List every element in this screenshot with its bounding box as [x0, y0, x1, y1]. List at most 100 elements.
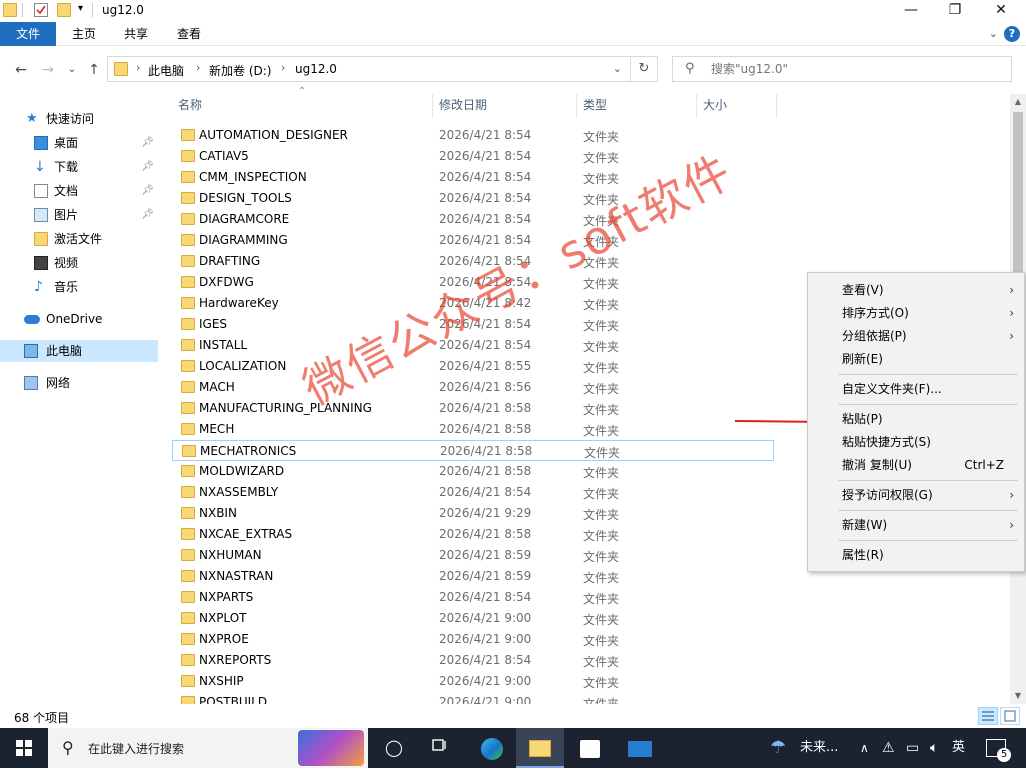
file-row[interactable]: AUTOMATION_DESIGNER 2026/4/21 8:54 文件夹: [172, 125, 774, 146]
file-name[interactable]: HardwareKey: [199, 296, 279, 310]
notification-center-button[interactable]: 5: [986, 728, 1011, 768]
pin-icon[interactable]: 📌︎: [141, 132, 154, 154]
input-method-indicator[interactable]: 英: [952, 728, 965, 768]
file-row[interactable]: DRAFTING 2026/4/21 8:54 文件夹: [172, 251, 774, 272]
context-menu-item[interactable]: 分组依据(P) ›: [808, 325, 1024, 347]
mail-button[interactable]: [616, 728, 664, 768]
quick-access-dropdown-icon[interactable]: ▾: [78, 3, 83, 14]
file-name[interactable]: NXPROE: [199, 632, 249, 646]
sidebar-item-music[interactable]: ♪ 音乐: [0, 276, 158, 298]
tab-file[interactable]: 文件: [0, 22, 56, 46]
context-menu-item[interactable]: 撤消 复制(U) Ctrl+Z: [808, 454, 1024, 476]
file-name[interactable]: NXSHIP: [199, 674, 244, 688]
file-row[interactable]: DXFDWG 2026/4/21 8:54 文件夹: [172, 272, 774, 293]
maximize-button[interactable]: ❐: [932, 0, 978, 22]
file-name[interactable]: AUTOMATION_DESIGNER: [199, 128, 348, 142]
network-status-icon[interactable]: ⚠: [882, 728, 895, 768]
task-view-button[interactable]: [416, 728, 464, 768]
file-row[interactable]: NXREPORTS 2026/4/21 8:54 文件夹: [172, 650, 774, 671]
file-name[interactable]: NXPLOT: [199, 611, 246, 625]
context-menu-item[interactable]: 刷新(E): [808, 348, 1024, 370]
up-button[interactable]: ↑: [84, 60, 104, 80]
sidebar-item-videos[interactable]: 视频: [0, 252, 158, 274]
file-row[interactable]: DIAGRAMCORE 2026/4/21 8:54 文件夹: [172, 209, 774, 230]
sidebar-item-documents[interactable]: 文档 📌︎: [0, 180, 158, 202]
context-menu-item[interactable]: 查看(V) ›: [808, 279, 1024, 301]
file-name[interactable]: NXNASTRAN: [199, 569, 273, 583]
file-row[interactable]: LOCALIZATION 2026/4/21 8:55 文件夹: [172, 356, 774, 377]
show-hidden-icons-icon[interactable]: ∧: [860, 728, 869, 768]
chevron-right-icon[interactable]: ›: [196, 61, 200, 74]
weather-text[interactable]: 未来...: [800, 728, 838, 768]
help-button[interactable]: ?: [1004, 26, 1020, 42]
file-row[interactable]: CATIAV5 2026/4/21 8:54 文件夹: [172, 146, 774, 167]
file-row[interactable]: DESIGN_TOOLS 2026/4/21 8:54 文件夹: [172, 188, 774, 209]
sidebar-item-onedrive[interactable]: OneDrive: [0, 308, 158, 330]
file-name[interactable]: NXREPORTS: [199, 653, 271, 667]
file-name[interactable]: MECHATRONICS: [200, 444, 296, 458]
file-name[interactable]: CMM_INSPECTION: [199, 170, 307, 184]
details-view-button[interactable]: [978, 707, 998, 725]
chevron-right-icon[interactable]: ›: [281, 61, 285, 74]
microsoft-store-button[interactable]: [566, 728, 614, 768]
breadcrumb-drive-d[interactable]: 新加卷 (D:): [209, 62, 271, 79]
address-bar[interactable]: › 此电脑 › 新加卷 (D:) › ug12.0 ⌄: [107, 56, 657, 82]
pin-icon[interactable]: 📌︎: [141, 204, 154, 226]
weather-icon[interactable]: ☂: [770, 728, 786, 768]
file-row[interactable]: MANUFACTURING_PLANNING 2026/4/21 8:58 文件夹: [172, 398, 774, 419]
large-icons-view-button[interactable]: [1000, 707, 1020, 725]
file-row[interactable]: NXHUMAN 2026/4/21 8:59 文件夹: [172, 545, 774, 566]
context-menu-item[interactable]: 粘贴(P): [808, 408, 1024, 430]
chevron-right-icon[interactable]: ›: [136, 61, 140, 74]
tab-home[interactable]: 主页: [60, 22, 108, 46]
file-explorer-button[interactable]: [516, 728, 564, 768]
file-row[interactable]: MOLDWIZARD 2026/4/21 8:58 文件夹: [172, 461, 774, 482]
scroll-down-icon[interactable]: ▼: [1010, 688, 1026, 704]
forward-button[interactable]: →: [38, 60, 58, 80]
file-name[interactable]: NXCAE_EXTRAS: [199, 527, 292, 541]
context-menu-item[interactable]: 粘贴快捷方式(S): [808, 431, 1024, 453]
new-folder-icon[interactable]: [57, 3, 71, 17]
file-name[interactable]: MECH: [199, 422, 234, 436]
file-row[interactable]: DIAGRAMMING 2026/4/21 8:54 文件夹: [172, 230, 774, 251]
file-name[interactable]: NXBIN: [199, 506, 237, 520]
pin-icon[interactable]: 📌︎: [141, 156, 154, 178]
back-button[interactable]: ←: [11, 60, 31, 80]
search-box[interactable]: ⚲: [672, 56, 1012, 82]
sidebar-item-this-pc[interactable]: 此电脑: [0, 340, 158, 362]
sidebar-item-desktop[interactable]: 桌面 📌︎: [0, 132, 158, 154]
network-status-icon[interactable]: ▭: [906, 728, 919, 768]
file-row[interactable]: NXPLOT 2026/4/21 9:00 文件夹: [172, 608, 774, 629]
sidebar-item-pictures[interactable]: 图片 📌︎: [0, 204, 158, 226]
column-header-name[interactable]: 名称: [178, 94, 202, 118]
tab-view[interactable]: 查看: [165, 22, 213, 46]
file-row[interactable]: HardwareKey 2026/4/21 8:42 文件夹: [172, 293, 774, 314]
file-row[interactable]: NXNASTRAN 2026/4/21 8:59 文件夹: [172, 566, 774, 587]
pin-icon[interactable]: 📌︎: [141, 180, 154, 202]
file-row[interactable]: NXCAE_EXTRAS 2026/4/21 8:58 文件夹: [172, 524, 774, 545]
sidebar-item-downloads[interactable]: ↓ 下载 📌︎: [0, 156, 158, 178]
column-divider[interactable]: [432, 94, 433, 118]
scrollbar-thumb[interactable]: [1013, 112, 1023, 292]
file-row[interactable]: NXPROE 2026/4/21 9:00 文件夹: [172, 629, 774, 650]
sidebar-item-network[interactable]: 网络: [0, 372, 158, 394]
file-row[interactable]: NXASSEMBLY 2026/4/21 8:54 文件夹: [172, 482, 774, 503]
file-row[interactable]: MACH 2026/4/21 8:56 文件夹: [172, 377, 774, 398]
file-name[interactable]: NXHUMAN: [199, 548, 262, 562]
breadcrumb-this-pc[interactable]: 此电脑: [148, 62, 184, 79]
file-row[interactable]: MECH 2026/4/21 8:58 文件夹: [172, 419, 774, 440]
context-menu-item[interactable]: 属性(R): [808, 544, 1024, 566]
start-button[interactable]: [0, 728, 48, 768]
search-highlight-image[interactable]: [298, 730, 364, 766]
file-name[interactable]: DRAFTING: [199, 254, 260, 268]
file-name[interactable]: NXASSEMBLY: [199, 485, 278, 499]
context-menu-item[interactable]: 排序方式(O) ›: [808, 302, 1024, 324]
recent-locations-icon[interactable]: ⌄: [62, 60, 82, 80]
column-header-size[interactable]: 大小: [703, 94, 727, 118]
column-header-type[interactable]: 类型: [583, 94, 607, 118]
file-row[interactable]: MECHATRONICS 2026/4/21 8:58 文件夹: [172, 440, 774, 461]
column-divider[interactable]: [576, 94, 577, 118]
file-name[interactable]: NXPARTS: [199, 590, 253, 604]
breadcrumb-ug12[interactable]: ug12.0: [295, 62, 337, 76]
column-divider[interactable]: [696, 94, 697, 118]
